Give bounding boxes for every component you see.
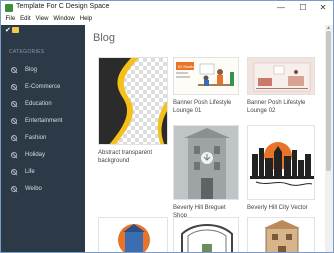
sidebar-item-label: Holiday <box>25 152 46 158</box>
sidebar-item-life[interactable]: Life <box>1 166 85 180</box>
shop-building-image <box>174 126 238 199</box>
sidebar: CATEGORIES Blog E-Commerce Education Ent… <box>1 36 85 252</box>
sidebar-item-fashion[interactable]: Fashion <box>1 132 85 146</box>
template-label: Abstract transparent background <box>98 150 153 164</box>
check-icon[interactable]: ✔ <box>5 26 11 34</box>
app-icon <box>5 4 13 12</box>
template-thumbnail[interactable] <box>173 217 239 252</box>
tag-icon <box>11 135 17 141</box>
minimize-button[interactable]: — <box>271 2 291 14</box>
menu-view[interactable]: View <box>33 15 51 24</box>
tag-icon <box>11 169 17 175</box>
menu-file[interactable]: File <box>3 15 18 24</box>
template-thumbnail[interactable] <box>247 125 315 200</box>
categories-heading: CATEGORIES <box>9 49 45 55</box>
maximize-button[interactable]: ☐ <box>293 2 313 14</box>
template-thumbnail[interactable] <box>247 57 315 95</box>
tag-icon <box>11 186 17 192</box>
tag-icon <box>11 118 17 124</box>
sidebar-item-label: Weibo <box>25 186 42 192</box>
template-thumbnail[interactable] <box>98 217 168 252</box>
window-title: Template For C Design Space <box>16 3 110 10</box>
page-title: Blog <box>93 32 116 44</box>
abstract-wave-image <box>99 58 167 144</box>
office-banner-image: ID Studio <box>174 58 238 94</box>
template-thumbnail[interactable] <box>247 217 315 252</box>
menu-help[interactable]: Help <box>77 15 94 24</box>
template-thumbnail[interactable]: ID Studio <box>173 57 239 95</box>
sidebar-item-label: Blog <box>25 67 38 73</box>
menu-window[interactable]: Window <box>51 15 77 24</box>
scroll-thumb[interactable] <box>326 31 331 171</box>
sidebar-toolbar: ✔ <box>1 25 85 36</box>
tag-icon <box>11 152 17 158</box>
template-label: Beverly Hill City Vector <box>247 205 308 211</box>
sidebar-item-entertainment[interactable]: Entertainment <box>1 115 85 129</box>
title-bar: Template For C Design Space — ☐ ✕ <box>1 1 333 15</box>
sidebar-item-label: Fashion <box>25 135 47 141</box>
folder-icon[interactable] <box>12 27 19 33</box>
building-image <box>264 220 300 252</box>
sidebar-item-weibo[interactable]: Weibo <box>1 183 85 197</box>
sidebar-item-label: Life <box>25 169 35 175</box>
close-button[interactable]: ✕ <box>313 2 333 14</box>
sidebar-item-label: Education <box>25 101 52 107</box>
tag-icon <box>11 67 17 73</box>
tag-icon <box>11 101 17 107</box>
menu-bar: File Edit View Window Help <box>1 15 333 25</box>
template-label: Banner Posh Lifestyle Lounge 01 <box>173 100 232 114</box>
menu-edit[interactable]: Edit <box>18 15 33 24</box>
tag-icon <box>11 84 17 90</box>
template-thumbnail[interactable] <box>173 125 239 200</box>
sidebar-item-e-commerce[interactable]: E-Commerce <box>1 81 85 95</box>
template-label: Banner Posh Lifestyle Lounge 02 <box>247 100 306 114</box>
landmark-image <box>118 224 150 252</box>
sidebar-item-education[interactable]: Education <box>1 98 85 112</box>
sidebar-item-holiday[interactable]: Holiday <box>1 149 85 163</box>
main-content: Blog Abstract transparent background ID … <box>85 25 325 252</box>
sidebar-item-label: Entertainment <box>25 118 63 124</box>
vertical-scrollbar[interactable]: ▲ <box>325 25 333 252</box>
template-thumbnail[interactable] <box>98 57 168 145</box>
city-skyline-image <box>248 126 314 199</box>
sidebar-item-blog[interactable]: Blog <box>1 64 85 78</box>
banner-text: ID Studio <box>178 64 195 69</box>
app-window: Template For C Design Space — ☐ ✕ File Ed… <box>0 0 334 253</box>
sidebar-item-label: E-Commerce <box>25 84 61 90</box>
room-banner-image <box>248 58 314 94</box>
arch-image <box>181 224 233 252</box>
